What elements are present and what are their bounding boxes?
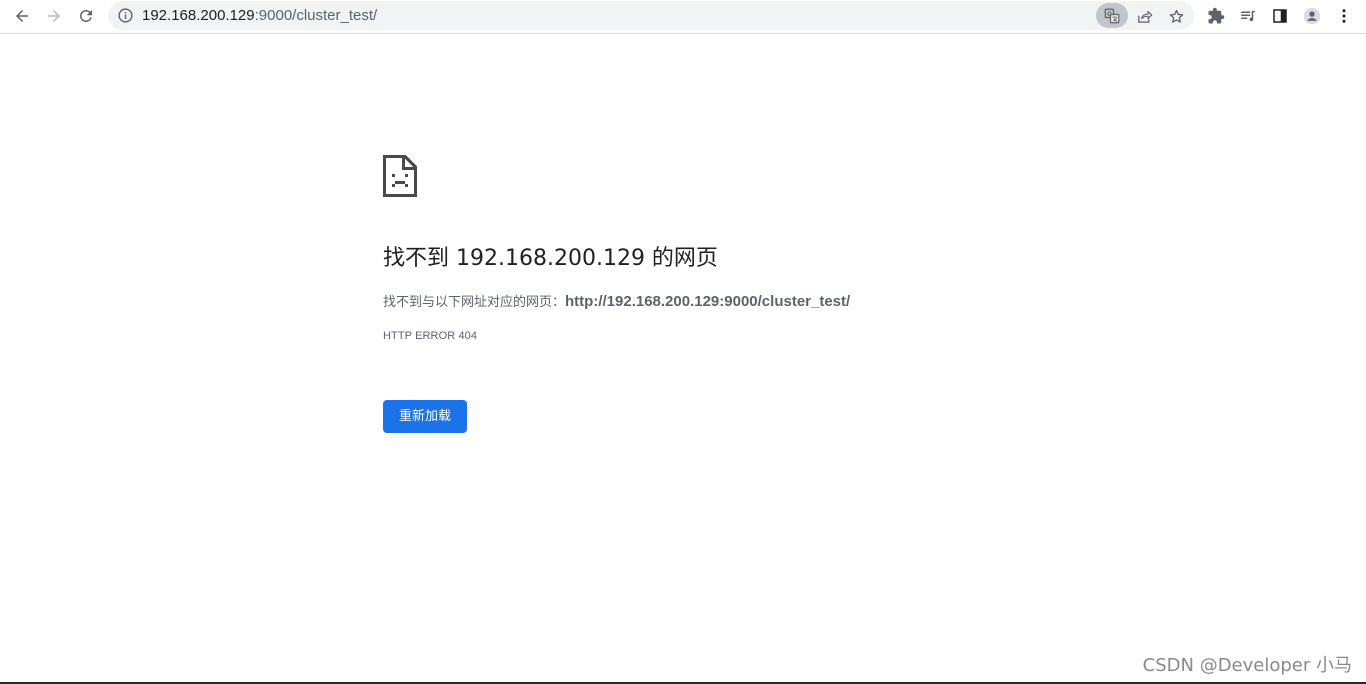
error-title: 找不到 192.168.200.129 的网页 (383, 246, 718, 271)
share-button[interactable] (1132, 4, 1156, 28)
error-description: 找不到与以下网址对应的网页：http://192.168.200.129:900… (383, 291, 850, 314)
error-url: http://192.168.200.129:9000/cluster_test… (565, 293, 851, 310)
kebab-menu-icon (1342, 9, 1346, 23)
star-icon (1169, 9, 1183, 23)
share-icon (1137, 10, 1152, 23)
error-description-prefix: 找不到与以下网址对应的网页： (383, 295, 566, 310)
arrow-right-icon (48, 10, 60, 22)
queue-music-icon (1241, 10, 1255, 22)
side-panel-button[interactable] (1267, 3, 1293, 29)
url-text[interactable]: 192.168.200.129:9000/cluster_test/ (142, 1, 377, 30)
forward-button[interactable] (41, 3, 67, 29)
address-bar[interactable]: 192.168.200.129:9000/cluster_test/ G (108, 1, 1194, 30)
side-panel-icon (1273, 9, 1287, 23)
media-button[interactable] (1235, 3, 1261, 29)
url-path: :9000/cluster_test/ (254, 7, 378, 24)
browser-toolbar: 192.168.200.129:9000/cluster_test/ G (0, 0, 1366, 34)
url-host: 192.168.200.129 (142, 7, 255, 24)
arrow-left-icon (16, 10, 28, 22)
back-button[interactable] (9, 3, 35, 29)
extensions-button[interactable] (1203, 3, 1229, 29)
translate-button[interactable]: G (1096, 3, 1128, 28)
error-code: HTTP ERROR 404 (383, 330, 478, 342)
translate-icon: G (1104, 8, 1120, 23)
sad-document-icon (383, 155, 417, 197)
reload-button[interactable] (73, 3, 99, 29)
puzzle-icon (1208, 7, 1225, 24)
info-circle-icon[interactable] (117, 7, 134, 24)
menu-button[interactable] (1331, 3, 1357, 29)
profile-button[interactable] (1299, 3, 1325, 29)
reload-icon (79, 9, 92, 22)
reload-page-button[interactable]: 重新加载 (383, 400, 467, 433)
bookmark-button[interactable] (1164, 4, 1188, 28)
avatar-icon (1303, 7, 1321, 25)
watermark: CSDN @Developer 小马 (1142, 655, 1352, 676)
